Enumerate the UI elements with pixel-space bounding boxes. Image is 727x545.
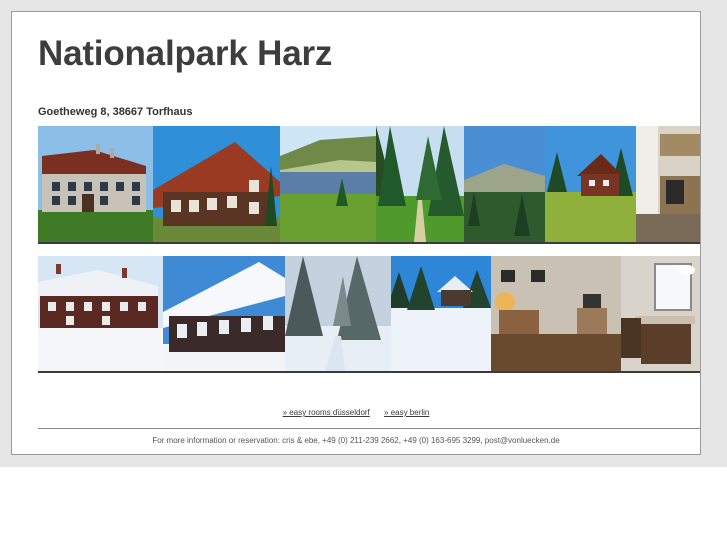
photo-house-meadow[interactable] <box>545 126 636 242</box>
footer-divider <box>38 428 700 429</box>
contact-footer: For more information or reservation: cri… <box>152 436 560 445</box>
photo-forest-path[interactable] <box>376 126 464 242</box>
link-easy-berlin[interactable]: » easy berlin <box>384 408 429 417</box>
photo-strip-winter <box>38 256 700 373</box>
address: Goetheweg 8, 38667 Torfhaus <box>38 106 193 118</box>
photo-mountain-view[interactable] <box>464 126 545 242</box>
content-card: Nationalpark Harz Goetheweg 8, 38667 Tor… <box>11 11 701 455</box>
photo-house-summer-side[interactable] <box>153 126 280 242</box>
photo-strip-summer <box>38 126 700 244</box>
page-title: Nationalpark Harz <box>38 34 333 73</box>
link-easy-rooms-dusseldorf[interactable]: » easy rooms düsseldorf <box>283 408 370 417</box>
partner-links: » easy rooms düsseldorf » easy berlin <box>12 408 700 417</box>
photo-lake-meadow[interactable] <box>280 126 376 242</box>
photo-snowy-forest[interactable] <box>285 256 391 371</box>
photo-house-winter-distant[interactable] <box>391 256 491 371</box>
photo-dining-room[interactable] <box>621 256 700 371</box>
photo-house-winter-side[interactable] <box>163 256 285 371</box>
photo-living-room[interactable] <box>491 256 621 371</box>
photo-house-winter-front[interactable] <box>38 256 163 371</box>
photo-kitchen[interactable] <box>636 126 700 242</box>
photo-house-summer-front[interactable] <box>38 126 153 242</box>
